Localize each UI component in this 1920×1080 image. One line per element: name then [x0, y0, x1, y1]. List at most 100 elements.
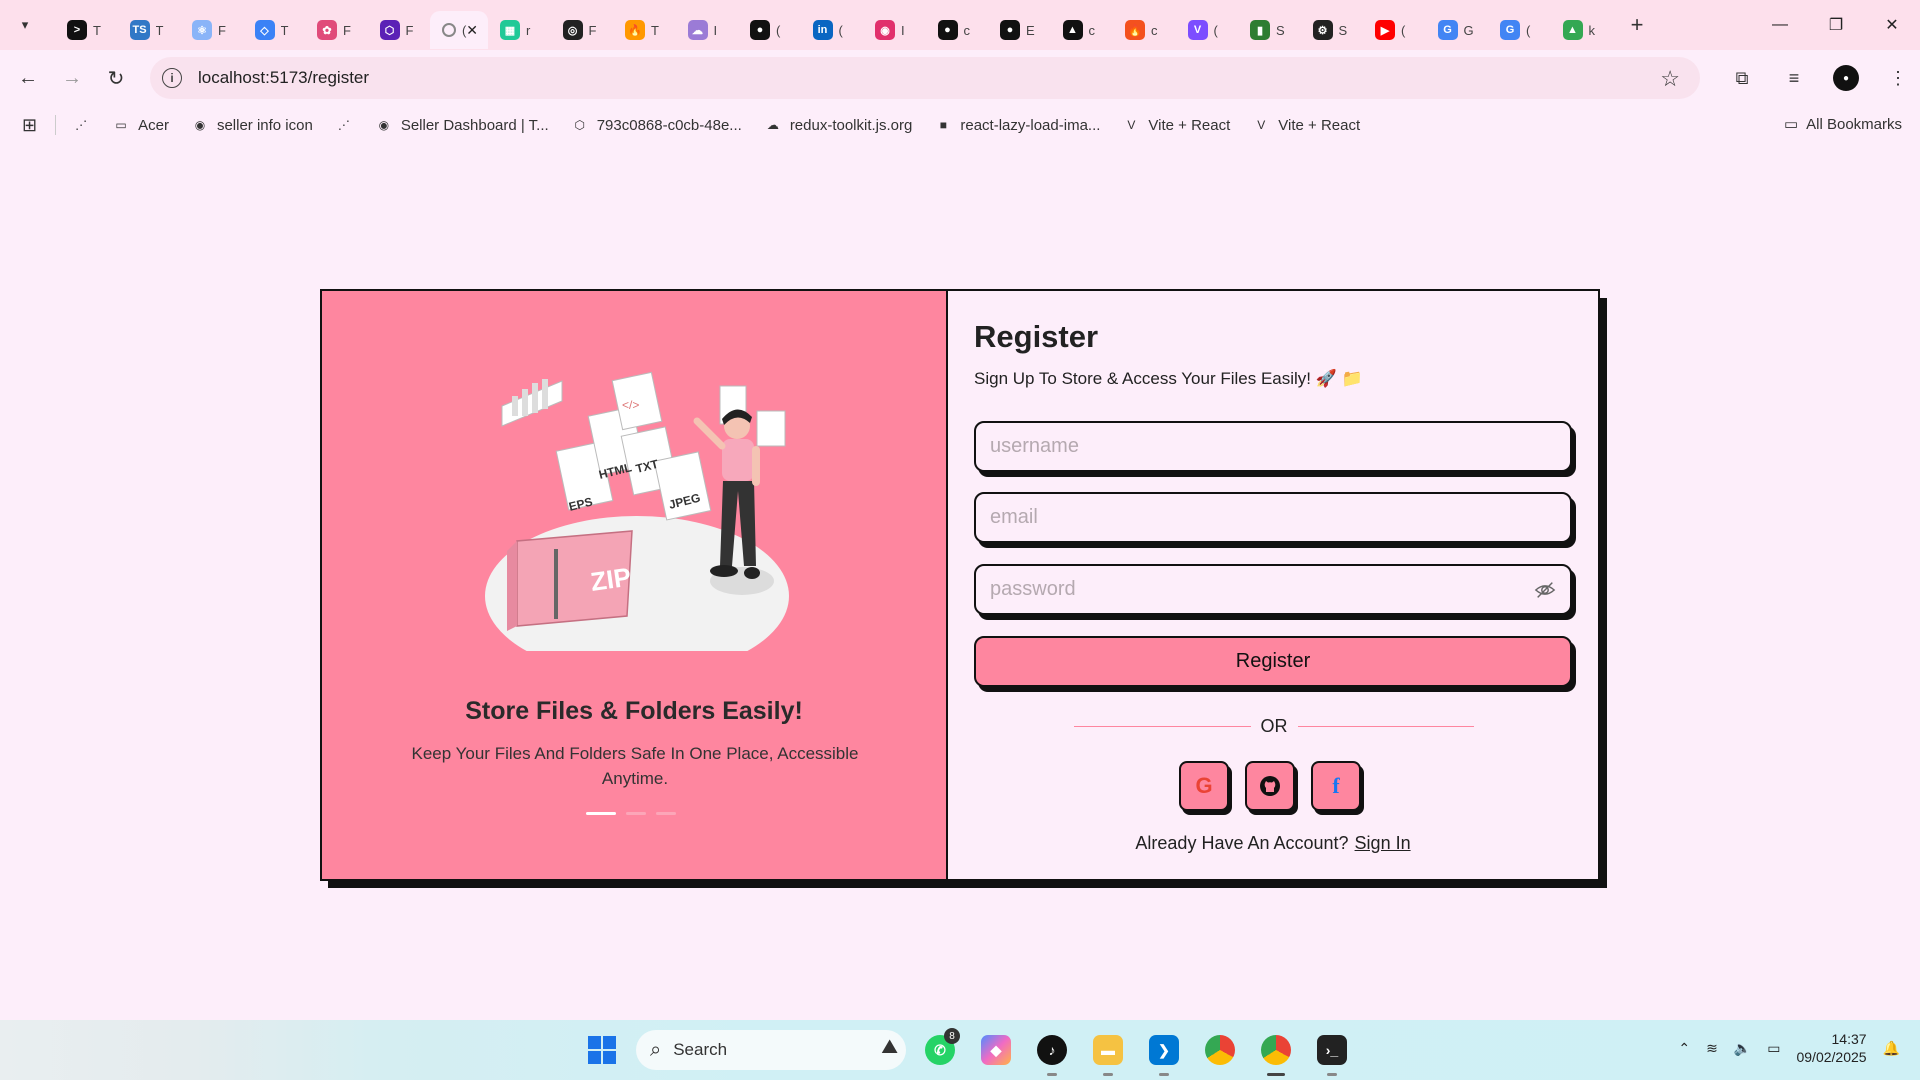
signin-link[interactable]: Sign In — [1355, 833, 1411, 853]
bookmark-item[interactable]: V Vite + React — [1122, 116, 1230, 134]
browser-tab[interactable]: V( — [1176, 11, 1239, 49]
browser-tab[interactable]: 🔥 T — [613, 11, 676, 49]
bookmark-item[interactable]: ⬡ 793c0868-c0cb-48e... — [571, 116, 741, 134]
forward-button[interactable]: → — [50, 58, 94, 98]
tab-search-button[interactable]: ▾ — [11, 11, 39, 39]
facebook-login-button[interactable]: f — [1311, 761, 1361, 811]
carousel-dot[interactable] — [626, 812, 646, 815]
tab-title: T — [155, 22, 164, 38]
menu-kebab-icon[interactable]: ⋮ — [1876, 58, 1920, 98]
browser-tab[interactable]: ☁ I — [676, 11, 739, 49]
tab-favicon-icon: ◇ — [254, 20, 275, 40]
browser-tab[interactable]: ◎ F — [551, 11, 614, 49]
bookmark-item[interactable]: ☁ redux-toolkit.js.org — [764, 116, 913, 134]
volume-icon[interactable]: 🔈 — [1734, 1040, 1751, 1057]
vscode-app[interactable]: ❯ — [1142, 1028, 1186, 1076]
github-login-button[interactable] — [1245, 761, 1295, 811]
tab-title: r — [526, 22, 531, 38]
browser-tab[interactable]: G( — [1488, 11, 1551, 49]
close-tab-icon[interactable]: ✕ — [466, 22, 478, 39]
extensions-icon[interactable]: ⧉ — [1720, 58, 1764, 98]
browser-tab[interactable]: ◉ I — [863, 11, 926, 49]
tab-favicon-icon: > — [67, 20, 87, 40]
email-placeholder: email — [990, 506, 1038, 528]
tab-favicon-icon: ✿ — [317, 20, 337, 40]
media-control-icon[interactable]: ≡ — [1772, 58, 1816, 98]
all-bookmarks-button[interactable]: ▭ All Bookmarks — [1784, 115, 1902, 134]
apps-grid-icon[interactable]: ⊞ — [22, 115, 37, 136]
site-info-icon[interactable]: i — [162, 68, 182, 88]
bookmark-item[interactable]: ■ react-lazy-load-ima... — [934, 116, 1101, 134]
browser-tab[interactable]: > T — [55, 11, 118, 49]
minimize-button[interactable]: — — [1752, 0, 1808, 50]
browser-tab[interactable]: 🔥 c — [1113, 11, 1176, 49]
eye-slash-icon[interactable] — [1534, 580, 1556, 600]
notification-bell-icon[interactable]: 🔔 — [1883, 1040, 1900, 1057]
restore-button[interactable]: ❐ — [1808, 0, 1864, 50]
browser-tab[interactable]: ✿ F — [305, 11, 368, 49]
browser-tab[interactable]: ●( — [738, 11, 801, 49]
tab-favicon-icon: ● — [750, 20, 770, 40]
browser-tab[interactable]: ● c — [926, 11, 989, 49]
close-window-button[interactable]: ✕ — [1864, 0, 1920, 50]
username-input[interactable]: username — [974, 421, 1572, 472]
new-tab-button[interactable]: + — [1621, 9, 1653, 41]
start-button[interactable] — [580, 1028, 624, 1072]
tiktok-app[interactable]: ♪ — [1030, 1028, 1074, 1076]
reload-button[interactable]: ↻ — [94, 58, 138, 98]
clock[interactable]: 14:37 09/02/2025 — [1796, 1030, 1866, 1066]
email-input[interactable]: email — [974, 492, 1572, 543]
profile-avatar[interactable]: ● — [1833, 65, 1859, 91]
browser-tab[interactable]: ▦ r — [488, 11, 551, 49]
browser-tab[interactable]: ▲ k — [1551, 11, 1614, 49]
bookmark-item[interactable]: ⋰ — [335, 116, 353, 134]
reload-icon: ↻ — [107, 67, 125, 90]
browser-tab[interactable]: in ( — [801, 11, 864, 49]
browser-tab[interactable]: ▶( — [1363, 11, 1426, 49]
browser-tab[interactable]: ● E — [988, 11, 1051, 49]
chrome-profile-app[interactable] — [1254, 1028, 1298, 1076]
browser-tab[interactable]: ◇ T — [243, 11, 306, 49]
copilot-app[interactable]: ◆ — [974, 1028, 1018, 1072]
tab-title: F — [343, 22, 351, 38]
tab-title: S — [1276, 22, 1285, 38]
browser-tab[interactable]: GG — [1426, 11, 1489, 49]
whatsapp-app[interactable]: ✆ 8 — [918, 1028, 962, 1072]
url-text[interactable]: localhost:5173/register — [198, 68, 369, 88]
terminal-app[interactable]: ›_ — [1310, 1028, 1354, 1076]
back-button[interactable]: ← — [6, 58, 50, 98]
tab-favicon-icon: ▶ — [1375, 20, 1395, 40]
browser-tab[interactable]: (✕ — [430, 11, 488, 49]
browser-tab[interactable]: TS T — [118, 11, 181, 49]
browser-tab[interactable]: ⬡ F — [368, 11, 431, 49]
signin-prompt: Already Have An Account? Sign In — [948, 833, 1598, 854]
taskbar-search[interactable]: ⌕ Search ⛰ — [636, 1030, 906, 1070]
battery-icon[interactable]: ▭ — [1767, 1040, 1780, 1057]
bookmark-item[interactable]: ⋰ — [72, 116, 90, 134]
carousel-dot[interactable] — [586, 812, 616, 815]
chrome-app[interactable] — [1198, 1028, 1242, 1072]
copilot-icon: ◆ — [981, 1035, 1011, 1065]
bookmark-item[interactable]: ▭ Acer — [112, 116, 169, 134]
register-button[interactable]: Register — [974, 636, 1572, 687]
browser-tab[interactable]: ⚙ S — [1301, 11, 1364, 49]
tab-favicon-icon: ⚙ — [1312, 20, 1333, 40]
bookmark-item[interactable]: ◉ Seller Dashboard | T... — [375, 116, 549, 134]
file-explorer-app[interactable]: ▬ — [1086, 1028, 1130, 1076]
bookmark-star-icon[interactable]: ☆ — [1660, 66, 1680, 92]
browser-tab[interactable]: ⚛ F — [180, 11, 243, 49]
bookmark-item[interactable]: ◉ seller info icon — [191, 116, 313, 134]
password-input[interactable]: password — [974, 564, 1572, 615]
google-login-button[interactable]: G — [1179, 761, 1229, 811]
browser-tab[interactable]: ▮ S — [1238, 11, 1301, 49]
bookmark-favicon-icon: ⋰ — [337, 118, 350, 132]
tab-favicon-icon: ▲ — [1562, 20, 1583, 40]
address-bar[interactable]: i localhost:5173/register ☆ — [150, 57, 1700, 99]
chevron-up-icon[interactable]: ⌃ — [1678, 1040, 1690, 1057]
carousel-dot[interactable] — [656, 812, 676, 815]
bookmark-item[interactable]: V Vite + React — [1252, 116, 1360, 134]
tab-favicon-icon: TS — [129, 20, 150, 40]
browser-tab[interactable]: ▲ c — [1051, 11, 1114, 49]
wifi-icon[interactable]: ≋ — [1706, 1040, 1718, 1057]
terminal-icon: ›_ — [1317, 1035, 1347, 1065]
